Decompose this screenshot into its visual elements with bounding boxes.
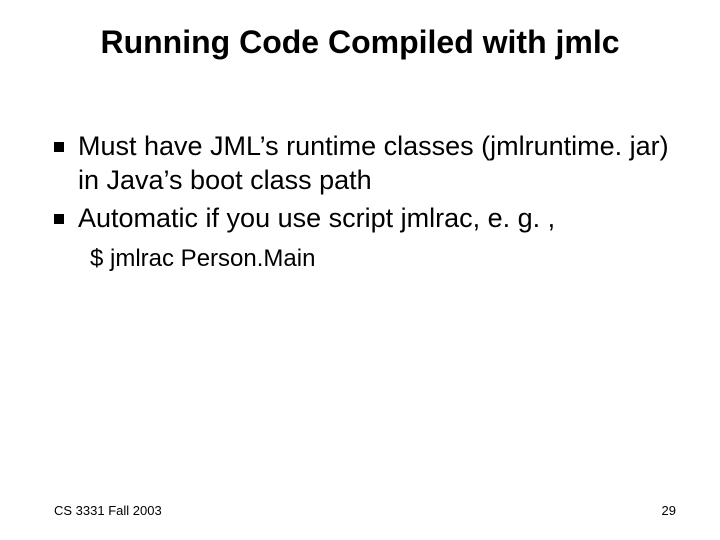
bullet-item: Must have JML’s runtime classes (jmlrunt… bbox=[54, 130, 680, 198]
bullet-text: Automatic if you use script jmlrac, e. g… bbox=[78, 202, 680, 236]
bullet-square-icon bbox=[54, 214, 64, 224]
bullet-square-icon bbox=[54, 142, 64, 152]
bullet-item: Automatic if you use script jmlrac, e. g… bbox=[54, 202, 680, 236]
footer-page-number: 29 bbox=[662, 503, 676, 518]
footer-course: CS 3331 Fall 2003 bbox=[54, 503, 162, 518]
slide-title: Running Code Compiled with jmlc bbox=[0, 24, 720, 61]
slide: Running Code Compiled with jmlc Must hav… bbox=[0, 0, 720, 540]
slide-body: Must have JML’s runtime classes (jmlrunt… bbox=[54, 130, 680, 273]
example-command: $ jmlrac Person.Main bbox=[90, 245, 680, 273]
bullet-text: Must have JML’s runtime classes (jmlrunt… bbox=[78, 130, 680, 198]
